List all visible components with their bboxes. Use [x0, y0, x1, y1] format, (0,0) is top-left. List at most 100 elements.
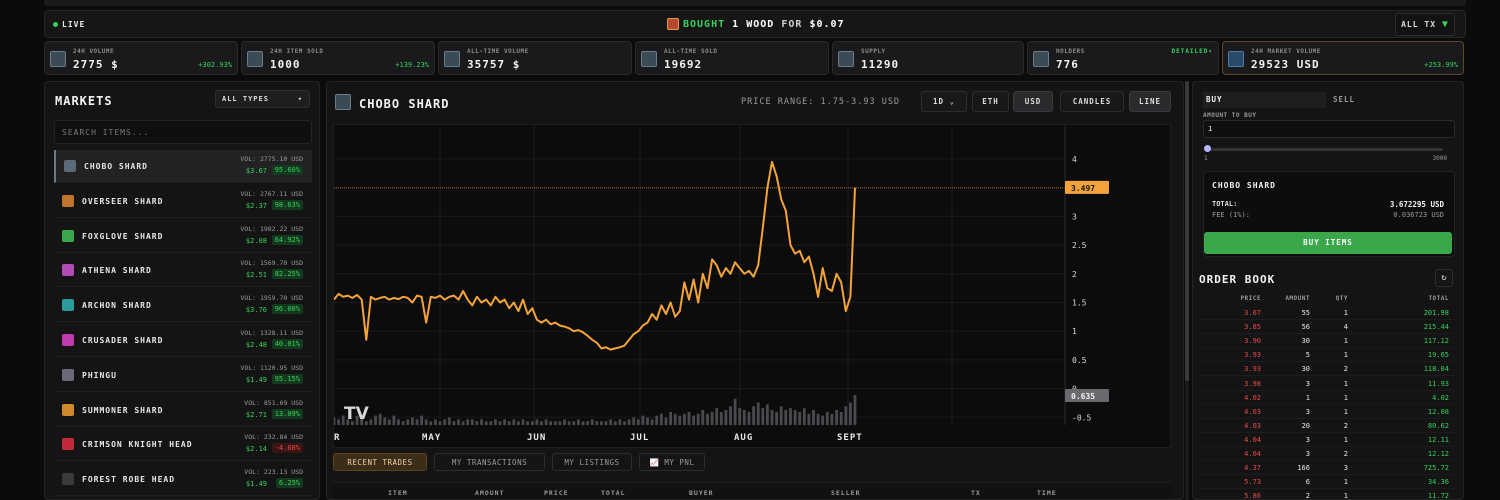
type-filter-dropdown[interactable]: ALL TYPES ▾ — [215, 90, 310, 108]
market-row[interactable]: CRUSADER SHARD VOL: 1328.11 USD $2.48 40.01… — [54, 324, 312, 357]
market-row[interactable]: FOXGLOVE SHARD VOL: 1982.22 USD $2.08 64.92… — [54, 220, 312, 253]
order-book-row[interactable]: 5.73 6 1 34.36 — [1199, 475, 1455, 490]
market-row[interactable]: CHOBO SHARD VOL: 2775.10 USD $3.67 95.60% — [54, 150, 312, 183]
tab-my-listings[interactable]: MY LISTINGS — [552, 453, 632, 471]
order-book-row[interactable]: 4.02 1 1 4.02 — [1199, 391, 1455, 405]
total-label: TOTAL: — [1212, 200, 1238, 208]
volume-bar — [567, 421, 571, 426]
search-items-input[interactable] — [54, 120, 312, 144]
candles-toggle[interactable]: CANDLES — [1060, 91, 1124, 112]
all-tx-dropdown[interactable]: ALL TX ▼ — [1395, 13, 1455, 36]
tab-my-transactions[interactable]: MY TRANSACTIONS — [434, 453, 545, 471]
order-book-row[interactable]: 5.86 2 1 11.72 — [1199, 489, 1455, 500]
market-item-name: CRUSADER SHARD — [82, 336, 164, 345]
order-book-row[interactable]: 4.04 3 2 12.12 — [1199, 447, 1455, 461]
volume-bar — [683, 413, 686, 426]
volume-bar — [480, 419, 483, 425]
chevron-down-icon: ▼ — [1441, 19, 1449, 30]
item-icon — [62, 403, 74, 416]
col-buyer: BUYER — [689, 489, 714, 497]
market-row[interactable]: SUMMONER SHARD VOL: 851.69 USD $2.71 13.09% — [54, 394, 312, 427]
market-row[interactable]: OVERSEER SHARD VOL: 2767.11 USD $2.37 98.63… — [54, 185, 312, 218]
order-price: 3.90 — [1244, 337, 1261, 346]
markets-title: MARKETS — [55, 94, 113, 108]
volume-bar — [378, 413, 382, 426]
order-qty: 1 — [1343, 407, 1348, 416]
stat-value: 2775 $ — [73, 58, 119, 71]
market-item-name: SUMMONER SHARD — [82, 405, 164, 415]
volume-bar — [424, 419, 428, 425]
market-row[interactable]: CRIMSON KNIGHT HEAD VOL: 232.84 USD $2.14-… — [54, 428, 312, 462]
price-chart[interactable]: 43.532.521.510.50-0.5 RMAYJUNJULAUGSEPT … — [333, 124, 1171, 448]
x-tick-label: JUN — [527, 433, 546, 443]
eth-toggle[interactable]: ETH — [972, 91, 1009, 112]
volume-bar — [429, 421, 433, 426]
volume-bar — [517, 421, 520, 426]
order-total: 11.72 — [1427, 492, 1449, 500]
order-total: 12.08 — [1427, 407, 1449, 416]
order-book-row[interactable]: 3.93 30 2 118.04 — [1199, 362, 1455, 377]
volume-bar — [747, 411, 751, 425]
volume-bar — [438, 421, 442, 426]
order-book-row[interactable]: 4.37 166 3 725.72 — [1199, 461, 1455, 476]
order-amount: 1 — [1305, 393, 1310, 402]
order-qty: 1 — [1343, 379, 1348, 388]
col-qty: QTY — [1335, 295, 1348, 302]
slider-thumb[interactable] — [1204, 145, 1211, 152]
stat-change: +253.99% — [1424, 61, 1458, 69]
order-price: 3.67 — [1244, 309, 1261, 317]
order-book-row[interactable]: 3.98 3 1 11.93 — [1199, 377, 1455, 391]
volume-bar — [821, 415, 825, 425]
order-book-row[interactable]: 4.03 3 1 12.08 — [1199, 405, 1455, 419]
market-item-volume: VOL: 1120.95 USD — [240, 363, 303, 372]
volume-bar — [627, 419, 631, 425]
interval-dropdown[interactable]: 1D ⌄ — [921, 91, 967, 112]
chart-panel: CHOBO SHARD PRICE RANGE: 1.75-3.93 USD 1… — [326, 81, 1184, 500]
market-row[interactable]: PHINGU VOL: 1120.95 USD $1.49 95.15% — [54, 359, 312, 392]
volume-bar — [553, 421, 557, 426]
buy-items-button[interactable]: BUY ITEMS — [1204, 232, 1452, 254]
usd-toggle[interactable]: USD — [1013, 91, 1053, 112]
market-item-change: 64.92% — [271, 234, 303, 245]
volume-bar — [540, 421, 543, 426]
chart-panel-scrollbar[interactable] — [1185, 81, 1189, 500]
order-book-row[interactable]: 3.85 56 4 215.44 — [1199, 320, 1455, 335]
buy-tab[interactable]: BUY — [1203, 92, 1326, 108]
item-icon — [62, 194, 74, 207]
line-toggle[interactable]: LINE — [1129, 91, 1171, 112]
stat-label: ALL-TIME SOLD — [664, 48, 718, 55]
market-row[interactable]: FOREST ROBE HEAD VOL: 223.13 USD $1.49 6.25… — [54, 463, 312, 497]
volume-bar — [494, 419, 497, 425]
amount-input[interactable] — [1203, 120, 1455, 138]
volume-bar — [609, 419, 612, 425]
market-row[interactable]: ATHENA SHARD VOL: 1569.70 USD $2.51 82.25% — [54, 254, 312, 288]
order-book-row[interactable]: 3.90 30 1 117.12 — [1199, 334, 1455, 349]
tab-recent-trades[interactable]: RECENT TRADES — [333, 453, 427, 471]
x-tick-label: R — [334, 433, 340, 443]
volume-bar — [577, 419, 580, 425]
refresh-icon[interactable]: ↻ — [1435, 269, 1453, 287]
col-price: PRICE — [1240, 295, 1261, 302]
volume-bar — [503, 419, 506, 425]
order-book-row[interactable]: 4.04 3 1 12.11 — [1199, 433, 1455, 447]
stat-value: 35757 $ — [467, 58, 521, 71]
detailed-holders-link[interactable]: DETAILED▾ — [1171, 48, 1213, 55]
volume-bar — [618, 419, 622, 425]
volume-bar — [729, 406, 732, 426]
wood-item-icon — [667, 18, 679, 30]
market-item-change: 13.09% — [271, 408, 303, 419]
market-row[interactable]: ARCHON SHARD VOL: 1959.70 USD $3.76 96.00% — [54, 289, 312, 323]
order-book-row[interactable]: 3.67 55 1 201.98 — [1199, 306, 1455, 320]
stat-supply: SUPPLY 11290 — [832, 41, 1024, 75]
amount-slider[interactable] — [1207, 148, 1443, 151]
volume-bar — [646, 417, 649, 425]
volume-bar — [673, 413, 677, 426]
item-icon — [64, 160, 76, 172]
order-amount: 166 — [1297, 464, 1310, 473]
order-book-row[interactable]: 3.93 5 1 19.65 — [1199, 348, 1455, 363]
tab-my-pnl[interactable]: 📈 MY PNL — [639, 453, 705, 471]
scrollbar-thumb[interactable] — [1185, 81, 1189, 381]
current-price-label: 3.497 — [1071, 184, 1095, 193]
sell-tab[interactable]: SELL — [1333, 95, 1355, 104]
order-book-row[interactable]: 4.03 20 2 80.62 — [1199, 419, 1455, 433]
